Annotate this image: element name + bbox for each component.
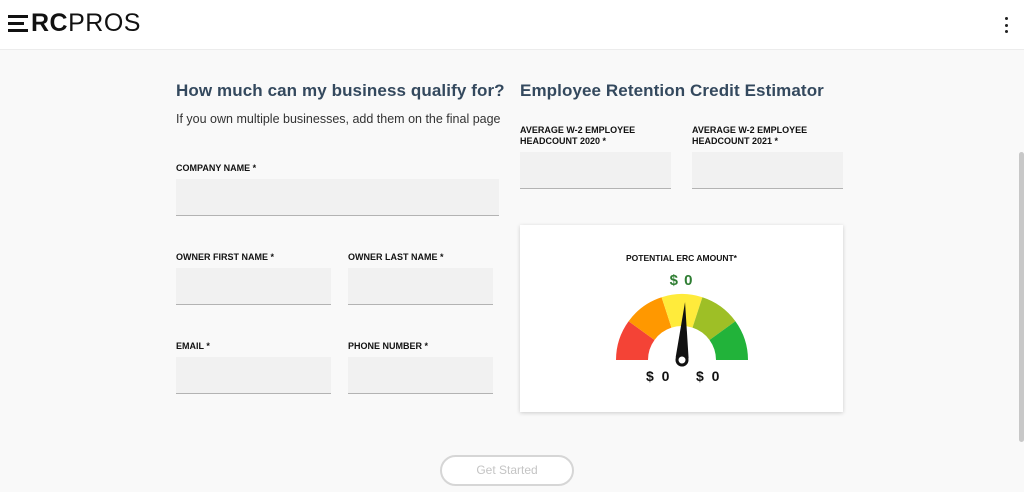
logo-text-bold: RC: [31, 9, 69, 37]
form-title: How much can my business qualify for?: [176, 81, 505, 100]
gauge-max-value: $ 0: [696, 368, 722, 384]
headcount-2021-label: AVERAGE W-2 EMPLOYEE HEADCOUNT 2021 *: [692, 125, 807, 147]
headcount-2020-label: AVERAGE W-2 EMPLOYEE HEADCOUNT 2020 *: [520, 125, 635, 147]
potential-erc-amount-label: POTENTIAL ERC AMOUNT*: [626, 253, 737, 263]
erc-amount-card: POTENTIAL ERC AMOUNT* $ 0 $ 0 $ 0: [520, 225, 843, 412]
headcount-2021-label-line2: HEADCOUNT 2021 *: [692, 136, 779, 146]
owner-first-name-input[interactable]: [176, 268, 331, 305]
email-label: EMAIL *: [176, 341, 210, 351]
owner-first-name-label: OWNER FIRST NAME *: [176, 252, 274, 262]
logo-e-mark-icon: [8, 13, 28, 33]
kebab-menu-icon[interactable]: [998, 17, 1014, 33]
erc-gauge: [616, 294, 748, 367]
logo-text-light: PROS: [68, 9, 141, 37]
company-name-label: COMPANY NAME *: [176, 163, 257, 173]
company-name-input[interactable]: [176, 179, 499, 216]
phone-number-label: PHONE NUMBER *: [348, 341, 429, 351]
headcount-2020-input[interactable]: [520, 152, 671, 189]
phone-number-input[interactable]: [348, 357, 493, 394]
headcount-2020-label-line1: AVERAGE W-2 EMPLOYEE: [520, 125, 636, 135]
estimator-title: Employee Retention Credit Estimator: [520, 81, 824, 100]
top-bar: RCPROS: [0, 0, 1024, 50]
headcount-2021-label-line1: AVERAGE W-2 EMPLOYEE: [692, 125, 808, 135]
gauge-min-value: $ 0: [646, 368, 672, 384]
page-scrollbar[interactable]: [1019, 152, 1024, 442]
headcount-2020-label-line2: HEADCOUNT 2020 *: [520, 136, 607, 146]
erc-pros-logo[interactable]: RCPROS: [8, 9, 141, 37]
email-input[interactable]: [176, 357, 331, 394]
form-subtitle: If you own multiple businesses, add them…: [176, 112, 501, 126]
get-started-button[interactable]: Get Started: [440, 455, 574, 486]
owner-last-name-label: OWNER LAST NAME *: [348, 252, 444, 262]
owner-last-name-input[interactable]: [348, 268, 493, 305]
headcount-2021-input[interactable]: [692, 152, 843, 189]
